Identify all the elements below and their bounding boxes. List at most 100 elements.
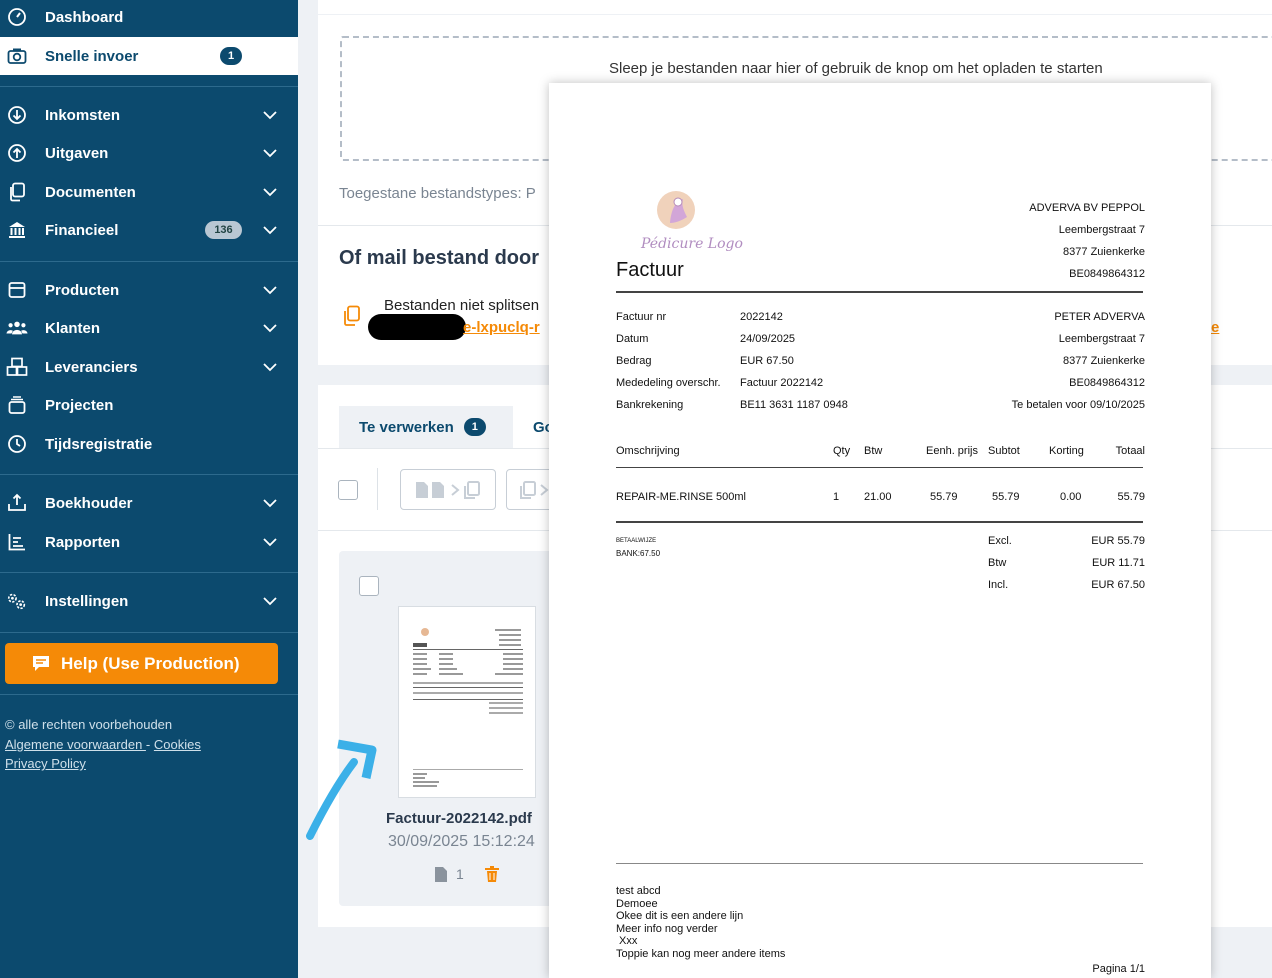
divider [0,572,298,573]
note-line: Toppie kan nog meer andere items [616,948,786,960]
sidebar-item-label: Boekhouder [45,494,133,512]
note-line: test abcd [616,885,661,897]
meta-label: Mededeling overschr. [616,377,721,389]
bank-icon [6,219,28,241]
page-count: 1 [456,866,464,882]
divider [0,86,298,87]
invoice-title: Factuur [616,259,684,281]
no-split-label[interactable]: Bestanden niet splitsen [384,297,539,314]
link-separator: - [145,737,151,752]
privacy-link[interactable]: Privacy Policy [5,756,86,771]
dashboard-icon [6,6,28,28]
col-header: Korting [1049,445,1084,457]
sidebar-item-projecten[interactable]: Projecten [0,387,298,423]
chat-icon [33,656,49,671]
mail-link-fragment[interactable]: e [1211,319,1219,336]
meta-label: Factuur nr [616,311,667,323]
line-vat: 21.00 [864,491,892,503]
due-date: Te betalen voor 09/10/2025 [1011,399,1145,411]
sidebar-item-label: Inkomsten [45,106,121,124]
sidebar-item-tijdsregistratie[interactable]: Tijdsregistratie [0,426,298,462]
col-header: Btw [864,445,883,457]
file-date: 30/09/2025 15:12:24 [388,833,535,850]
line-discount: 0.00 [1060,491,1082,503]
note-line: Demoee [616,898,658,910]
terms-link[interactable]: Algemene voorwaarden [5,737,146,752]
sidebar-item-uitgaven[interactable]: Uitgaven [0,135,298,171]
payment-bank: BANK:67.50 [616,549,661,558]
sidebar-item-label: Tijdsregistratie [45,435,153,453]
sidebar-item-documenten[interactable]: Documenten [0,174,298,210]
sidebar-item-snelle-invoer[interactable]: Snelle invoer 1 [0,37,298,75]
sidebar-item-rapporten[interactable]: Rapporten [0,524,298,560]
count-badge: 1 [463,418,486,436]
cookies-link[interactable]: Cookies [154,737,201,752]
sidebar-item-inkomsten[interactable]: Inkomsten [0,97,298,133]
meta-value: Factuur 2022142 [740,377,824,389]
count-badge: 136 [205,221,242,239]
logo-icon [657,191,695,229]
sidebar-item-financieel[interactable]: Financieel 136 [0,212,298,248]
sidebar-item-klanten[interactable]: Klanten [0,310,298,346]
chart-icon [6,531,28,553]
col-header: Omschrijving [616,445,680,457]
col-header: Eenh. prijs [926,445,978,457]
total-label: Excl. [988,535,1012,547]
copy-icon[interactable] [342,305,362,327]
sidebar-item-instellingen[interactable]: Instellingen [0,583,298,619]
sidebar-item-boekhouder[interactable]: Boekhouder [0,485,298,521]
sidebar-item-dashboard[interactable]: Dashboard [0,0,298,35]
rule [616,521,1143,523]
arrow-up-circle-icon [6,142,28,164]
seller-name: ADVERVA BV PEPPOL [1029,202,1145,214]
sidebar-item-leveranciers[interactable]: Leveranciers [0,349,298,385]
divider [0,474,298,475]
total-label: Btw [988,557,1007,569]
meta-value: 24/09/2025 [740,333,796,345]
arrow-down-circle-icon [6,104,28,126]
note-line: Okee dit is een andere lijn [616,910,744,922]
rule [616,863,1143,864]
stack-icon [6,394,28,416]
chevron-down-icon [263,188,277,197]
trash-icon[interactable] [485,866,499,883]
sidebar-item-producten[interactable]: Producten [0,272,298,308]
sidebar-item-label: Projecten [45,396,114,414]
sidebar-item-label: Dashboard [45,8,124,26]
copyright-text: © alle rechten voorbehouden [5,717,173,732]
total-value: EUR 67.50 [1091,579,1145,591]
line-qty: 1 [833,491,840,503]
seller-city: 8377 Zuienkerke [1063,246,1145,258]
privacy-row: Privacy Policy [5,756,86,771]
sidebar-item-label: Instellingen [45,592,129,610]
total-value: EUR 11.71 [1092,557,1145,569]
payment-method: BETAALWIJZE [616,538,657,544]
redacted-scribble [368,314,466,340]
page-number: Pagina 1/1 [1092,963,1145,975]
split-button[interactable] [506,469,554,510]
chevron-down-icon [263,324,277,333]
buyer-line: 8377 Zuienkerke [1063,355,1145,367]
mail-address-link[interactable]: e-lxpuclq-r [463,319,540,336]
seller-vat: BE0849864312 [1069,268,1145,280]
help-button[interactable]: Help (Use Production) [5,643,278,684]
buyer-line: PETER ADVERVA [1054,311,1145,323]
sidebar-item-label: Documenten [45,183,136,201]
file-thumbnail[interactable] [398,606,536,798]
line-item: REPAIR-ME.RINSE 500ml [616,491,746,503]
divider [377,468,378,510]
line-subtotal: 55.79 [992,491,1020,503]
invoice-preview: Pédicure Logo Factuur ADVERVA BV PEPPOL … [549,83,1211,978]
file-page-icon [435,867,447,882]
merge-button[interactable] [400,469,496,510]
chevron-down-icon [263,111,277,120]
sidebar-item-label: Klanten [45,319,101,337]
select-all-checkbox[interactable] [338,480,358,500]
file-checkbox[interactable] [359,576,379,596]
tab-to-process[interactable]: Te verwerken 1 [339,406,513,448]
footer-links: Algemene voorwaarden - Cookies [5,737,201,752]
sidebar-item-label: Producten [45,281,120,299]
camera-icon [6,45,28,67]
meta-label: Datum [616,333,649,345]
tab-label: Te verwerken [359,418,454,436]
